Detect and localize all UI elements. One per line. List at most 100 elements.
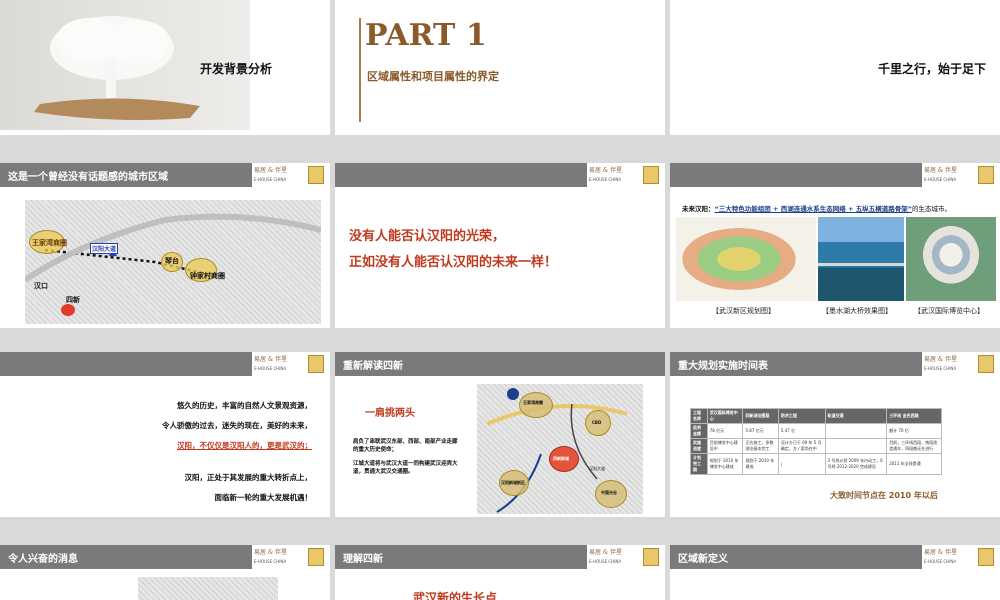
table-cell: 规划于 2010 年博览中心建成 xyxy=(706,453,744,475)
logo-icon xyxy=(643,548,659,566)
bar-title: 理解四新 xyxy=(343,554,383,565)
label-hankou: 汉口 xyxy=(34,282,48,290)
title-bar: 令人兴奋的消息 易居 & 伴星 E-HOUSE CHINA xyxy=(0,545,330,569)
label-sixin-new: 四新新城 xyxy=(553,456,569,461)
map-image xyxy=(138,577,278,600)
label-wangjiawan: 王家湾商圈 xyxy=(523,400,543,405)
slide-11[interactable]: 理解四新 易居 & 伴星 E-HOUSE CHINA 武汉新的生长点 xyxy=(335,545,665,600)
slide-4[interactable]: 这是一个曾经没有话题感的城市区域 易居 & 伴星 E-HOUSE CHINA 王… xyxy=(0,163,330,328)
logo-en: E-HOUSE CHINA xyxy=(924,177,957,182)
table-cell: 3 号线计划 2009 年内动工，6 号线 2012-2020 完成建设 xyxy=(824,453,888,475)
table-cell: 设计方已于 09 年 5 月确定，方 / 案尚在中 xyxy=(777,438,826,454)
logo-en: E-HOUSE CHINA xyxy=(924,559,957,564)
para-line-2: 令人骄傲的过去，迷失的现在，美好的未来， xyxy=(162,421,312,430)
slide-6[interactable]: 易居 & 伴星 E-HOUSE CHINA 未来汉阳：“三大特色功能组团 + 西… xyxy=(670,163,1000,328)
slide-2[interactable]: PART 1 区域属性和项目属性的界定 xyxy=(335,0,665,135)
row-header-cell: 工程名称 xyxy=(690,408,708,424)
title-bar: 易居 & 伴星 E-HOUSE CHINA xyxy=(670,163,1000,187)
logo-icon xyxy=(978,355,994,373)
logo-icon xyxy=(308,166,324,184)
title-bar: 重新解读四新 xyxy=(335,352,665,376)
para-1: 肩负了串联武汉东部、西部、南部产业走廊的重大历史使命； xyxy=(353,439,458,454)
expo-photo xyxy=(906,217,996,301)
table-row: 投资金额 78 亿元 5.87 亿元 5.47 亿 额计 70 亿 xyxy=(690,423,942,439)
row-header-cell: 投资金额 xyxy=(690,423,708,439)
logo-en: E-HOUSE CHINA xyxy=(924,366,957,371)
bridge-photo xyxy=(818,217,904,301)
para-line-1: 悠久的历史，丰富的自然人文景观资源， xyxy=(177,401,312,410)
table-cell xyxy=(824,423,888,439)
future-caption: 未来汉阳：“三大特色功能组团 + 西湖连通水系生态网络 + 五纵五横道路骨架”的… xyxy=(682,203,951,213)
label-sixin: 四新 xyxy=(66,296,80,304)
title-bar: 易居 & 伴星 E-HOUSE CHINA xyxy=(0,352,330,376)
logo-icon xyxy=(308,355,324,373)
logo-cn: 易居 & 伴星 xyxy=(924,356,958,363)
slide-7[interactable]: 易居 & 伴星 E-HOUSE CHINA 悠久的历史，丰富的自然人文景观资源，… xyxy=(0,352,330,517)
logo-icon xyxy=(643,166,659,184)
row-header-cell: 计划完工期 xyxy=(690,453,708,475)
slide-1[interactable]: 开发背景分析 xyxy=(0,0,330,135)
slide-title: 开发背景分析 xyxy=(200,62,273,76)
logo: 易居 & 伴星 E-HOUSE CHINA xyxy=(587,545,665,569)
slide-text: 千里之行，始于足下 xyxy=(877,62,986,76)
para-line-3: 汉阳，不仅仅是汉阳人的，更是武汉的； xyxy=(177,441,312,450)
table-cell: 四新湖泊围垦 xyxy=(742,408,779,424)
slide-10[interactable]: 令人兴奋的消息 易居 & 伴星 E-HOUSE CHINA xyxy=(0,545,330,600)
logo-icon xyxy=(978,548,994,566)
slide-8[interactable]: 重新解读四新 一肩挑两头 肩负了串联武汉东部、西部、南部产业走廊的重大历史使命；… xyxy=(335,352,665,517)
title-bar: 易居 & 伴星 E-HOUSE CHINA xyxy=(335,163,665,187)
logo-icon xyxy=(308,548,324,566)
bar-title: 区域新定义 xyxy=(678,554,728,565)
label-optics-valley: 中国光谷 xyxy=(601,490,617,495)
table-cell: 武汉国际博览中心 xyxy=(706,408,744,424)
table-cell: 目前，三环线西段、南段改造通车，四段搬迁在进行 xyxy=(886,438,942,454)
caption-suffix: 的生态城市。 xyxy=(912,205,951,213)
logo: 易居 & 伴星 E-HOUSE CHINA xyxy=(252,545,330,569)
slide-heading: 武汉新的生长点 xyxy=(413,591,498,600)
table-cell: 额计 70 亿 xyxy=(886,423,942,439)
logo-en: E-HOUSE CHINA xyxy=(589,559,622,564)
table-footer: 大致时间节点在 2010 年以后 xyxy=(830,491,938,500)
table-cell xyxy=(824,438,888,454)
plan-photo xyxy=(676,217,816,301)
table-cell: 正在施工，多数湖泊基本完工 xyxy=(742,438,779,454)
caption-bridge: 【墨水湖大桥效果图】 xyxy=(822,307,892,315)
table-cell: 2011 年全线贯通 xyxy=(886,453,942,475)
label-hanyang-new: 汉阳新城新区 xyxy=(501,480,525,485)
label-wangjiawan: 王家湾商圈 xyxy=(32,239,67,247)
table-row: 工程名称 武汉国际博览中心 四新湖泊围垦 防洪工程 轨道交通 三环线 金色西路 xyxy=(690,408,942,424)
table-cell: 78 亿元 xyxy=(706,423,744,439)
title-bar: 理解四新 易居 & 伴星 E-HOUSE CHINA xyxy=(335,545,665,569)
part-subtitle: 区域属性和项目属性的界定 xyxy=(367,70,499,83)
table-cell: 规划于 2010 年建成 xyxy=(742,453,779,475)
slide-9[interactable]: 重大规划实施时间表 易居 & 伴星 E-HOUSE CHINA 工程名称 武汉国际… xyxy=(670,352,1000,517)
label-qintai: 琴台 xyxy=(165,257,179,265)
slide-5[interactable]: 易居 & 伴星 E-HOUSE CHINA 没有人能否认汉阳的光荣， 正如没有人… xyxy=(335,163,665,328)
part-heading: PART 1 xyxy=(365,18,487,53)
table-cell: 5.47 亿 xyxy=(777,423,826,439)
row-header-cell: 实施进度 xyxy=(690,438,708,454)
logo: 易居 & 伴星 E-HOUSE CHINA xyxy=(922,352,1000,376)
quote-line-2: 正如没有人能否认汉阳的未来一样！ xyxy=(349,255,558,270)
table-cell: 防洪工程 xyxy=(777,408,826,424)
label-zhongjiacun: 钟家村商圈 xyxy=(190,272,225,280)
slide-3[interactable]: 千里之行，始于足下 xyxy=(670,0,1000,135)
logo: 易居 & 伴星 E-HOUSE CHINA xyxy=(252,163,330,187)
quote-line-1: 没有人能否认汉阳的光荣， xyxy=(349,229,506,244)
logo-icon xyxy=(978,166,994,184)
bar-title: 令人兴奋的消息 xyxy=(8,554,78,565)
table-cell: 目前博览中心建设中 xyxy=(706,438,744,454)
para-2: 江城大道将与武汉大道一同构建武汉迎宾大道，贯通大武汉交通圈。 xyxy=(353,461,458,476)
logo-en: E-HOUSE CHINA xyxy=(254,559,287,564)
logo-en: E-HOUSE CHINA xyxy=(254,366,287,371)
logo-en: E-HOUSE CHINA xyxy=(589,177,622,182)
schedule-table: 工程名称 武汉国际博览中心 四新湖泊围垦 防洪工程 轨道交通 三环线 金色西路 投资金额 78… xyxy=(690,408,942,475)
slide-heading: 一肩挑两头 xyxy=(365,408,415,419)
table-row: 计划完工期 规划于 2010 年博览中心建成 规划于 2010 年建成/3 号线计划… xyxy=(690,453,942,475)
table-cell: 5.87 亿元 xyxy=(742,423,779,439)
bar-title: 重新解读四新 xyxy=(343,361,403,372)
slide-12[interactable]: 区域新定义 易居 & 伴星 E-HOUSE CHINA xyxy=(670,545,1000,600)
logo: 易居 & 伴星 E-HOUSE CHINA xyxy=(922,163,1000,187)
logo-cn: 易居 & 伴星 xyxy=(254,167,288,174)
logo-cn: 易居 & 伴星 xyxy=(254,549,288,556)
